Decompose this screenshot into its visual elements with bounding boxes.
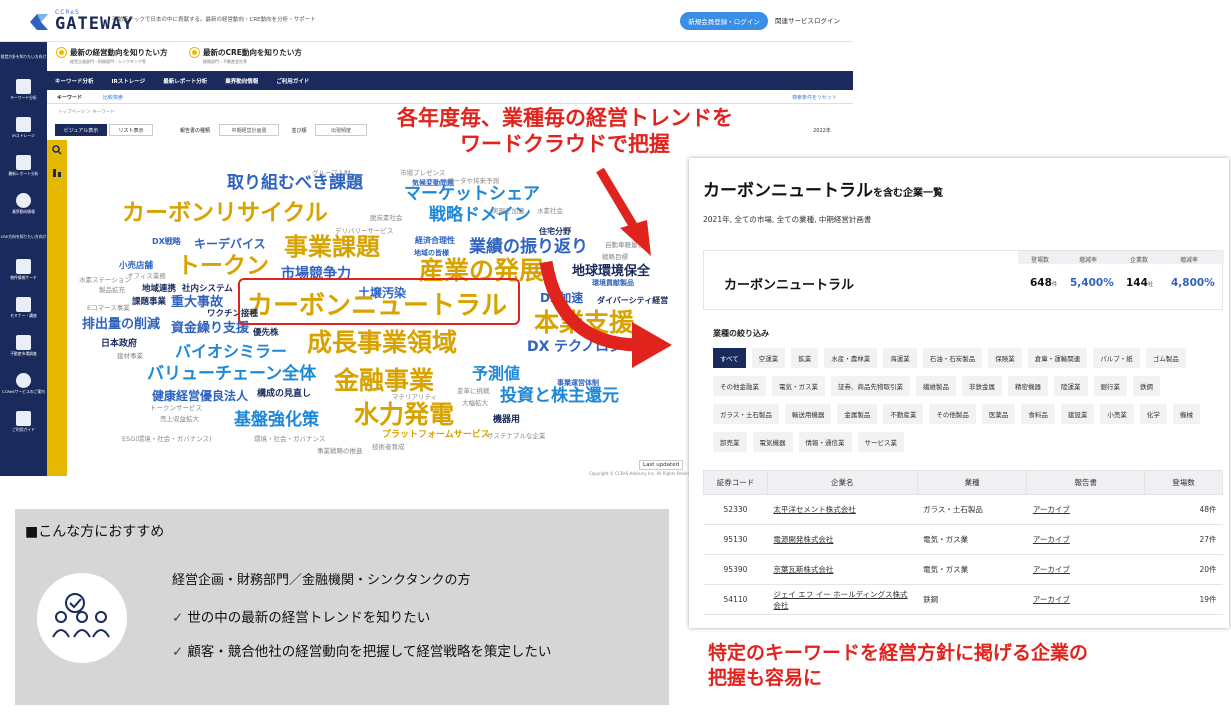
industry-chip[interactable]: 小売業 — [1100, 404, 1134, 424]
industry-chip[interactable]: 電気・ガス業 — [772, 376, 825, 396]
stat-header: 登場数 — [1031, 257, 1050, 264]
industry-chip[interactable]: 非鉄金属 — [962, 376, 1002, 396]
industry-chip[interactable]: 空運業 — [751, 348, 786, 368]
table-row: 95130 電源開発株式会社 電気・ガス業 アーカイブ 27件 — [703, 524, 1223, 555]
cell-name[interactable]: 京葉瓦斯株式会社 — [767, 554, 918, 585]
stat-value: 648件 — [1030, 277, 1057, 289]
stat-header: 増減率 — [1180, 257, 1199, 264]
industry-chip[interactable]: 保険業 — [988, 348, 1022, 368]
keyword-stats: カーボンニュートラル 登場数 増減率 企業数 増減率 648件 5,400% 1… — [703, 250, 1224, 310]
industry-chip[interactable]: ガラス・土石製品 — [713, 404, 779, 424]
check-icon: ✓ — [172, 610, 184, 626]
recommend-item: ✓ 世の中の最新の経営トレンドを知りたい — [172, 609, 652, 627]
industry-chip[interactable]: 医薬品 — [981, 404, 1016, 424]
cell-name[interactable]: 太平洋セメント株式会社 — [767, 494, 918, 525]
industry-chip[interactable]: その他製品 — [929, 404, 976, 424]
industry-chip[interactable]: すべて — [713, 348, 746, 368]
industry-chip[interactable]: 食料品 — [1021, 404, 1055, 424]
column-header[interactable]: 企業名 — [766, 470, 918, 495]
industry-filter-chips: すべて 空運業 鉱業 水産・農林業 海運業 石油・石炭製品 保険業 倉庫・運輸関連 パルプ・紙ゴ… — [713, 348, 1213, 452]
stat-value: 4,800% — [1171, 277, 1215, 289]
industry-chip[interactable]: 卸売業 — [713, 432, 747, 452]
check-icon: ✓ — [172, 644, 184, 660]
panel-title-suffix: を含む企業一覧 — [873, 188, 943, 199]
recommend-heading: ■こんな方におすすめ — [25, 524, 165, 540]
industry-chip[interactable]: 銀行業 — [1093, 376, 1127, 396]
stat-keyword: カーボンニュートラル — [724, 278, 855, 293]
industry-chip[interactable]: 鉄鋼 — [1133, 376, 1160, 396]
industry-chip[interactable]: 不動産業 — [883, 404, 924, 424]
company-table: 証券コード 企業名 業種 報告書 登場数 52330 太平洋セメント株式会社 ガラス… — [703, 470, 1223, 615]
cell-report[interactable]: アーカイブ — [1026, 494, 1145, 525]
team-check-icon — [37, 573, 127, 663]
cell-industry: ガラス・土石製品 — [917, 494, 1027, 525]
stat-number: 144 — [1126, 277, 1148, 289]
cell-name[interactable]: 電源開発株式会社 — [767, 524, 918, 555]
cell-count: 27件 — [1144, 524, 1223, 555]
stat-number: 648 — [1030, 277, 1052, 289]
recommend-target: 経営企画・財務部門／金融機関・シンクタンクの方 — [172, 573, 471, 588]
industry-chip[interactable]: 輸送用機器 — [784, 404, 832, 424]
cell-industry: 電気・ガス業 — [917, 554, 1027, 585]
callout-line: 特定のキーワードを経営方針に掲げる企業の — [708, 642, 1089, 664]
cell-code: 52330 — [703, 494, 768, 525]
cell-count: 48件 — [1144, 494, 1223, 525]
industry-chip[interactable]: 証券、商品先物取引業 — [831, 376, 910, 396]
industry-chip[interactable]: パルプ・紙 — [1093, 348, 1140, 368]
stat-unit: 件 — [1051, 282, 1058, 288]
industry-chip[interactable]: ゴム製品 — [1145, 348, 1186, 368]
table-row: 95390 京葉瓦斯株式会社 電気・ガス業 アーカイブ 20件 — [703, 554, 1223, 585]
cell-code: 95390 — [703, 554, 768, 585]
panel-title-keyword: カーボンニュートラル — [703, 181, 873, 201]
stat-value: 144社 — [1126, 277, 1153, 289]
industry-chip[interactable]: 建設業 — [1060, 404, 1095, 424]
industry-chip[interactable]: 精密機器 — [1008, 376, 1048, 396]
cell-report[interactable]: アーカイブ — [1026, 584, 1145, 615]
recommend-item-text: 顧客・競合他社の経営動向を把握して経営戦略を策定したい — [187, 644, 552, 660]
industry-chip[interactable]: 機械 — [1172, 404, 1200, 424]
industry-chip[interactable]: 陸運業 — [1054, 376, 1088, 396]
industry-chip[interactable]: 電気機器 — [752, 432, 793, 452]
industry-chip[interactable]: 石油・石炭製品 — [922, 348, 983, 368]
table-row: 52330 太平洋セメント株式会社 ガラス・土石製品 アーカイブ 48件 — [703, 494, 1223, 525]
industry-chip[interactable]: 金属製品 — [837, 404, 878, 424]
stat-value: 5,400% — [1070, 277, 1114, 289]
column-header[interactable]: 報告書 — [1026, 470, 1146, 495]
cell-report[interactable]: アーカイブ — [1026, 524, 1145, 555]
company-list-panel: カーボンニュートラルを含む企業一覧 2021年, 全ての市場, 全ての業種, 中… — [689, 158, 1229, 628]
panel-title: カーボンニュートラルを含む企業一覧 — [703, 176, 943, 201]
industry-chip[interactable]: その他金融業 — [713, 376, 766, 396]
column-header[interactable]: 登場数 — [1144, 470, 1223, 495]
stat-header: 増減率 — [1079, 257, 1098, 264]
table-row: 54110 ジェイ エフ イー ホールディングス株式会社 鉄鋼 アーカイブ 19件 — [703, 584, 1223, 615]
industry-chip[interactable]: 情報・通信業 — [798, 432, 852, 452]
cell-industry: 鉄鋼 — [917, 584, 1027, 615]
recommend-item: ✓ 顧客・競合他社の経営動向を把握して経営戦略を策定したい — [172, 643, 652, 661]
cell-report[interactable]: アーカイブ — [1026, 554, 1145, 585]
recommend-item-text: 世の中の最新の経営トレンドを知りたい — [187, 610, 431, 626]
industry-chip[interactable]: 化学 — [1139, 404, 1167, 424]
industry-chip[interactable]: 水産・農林業 — [824, 348, 878, 368]
callout-line: 把握も容易に — [708, 666, 823, 689]
stat-header: 企業数 — [1130, 257, 1149, 264]
industry-chip[interactable]: 繊維製品 — [916, 376, 956, 396]
industry-chip[interactable]: 海運業 — [883, 348, 917, 368]
industry-chip[interactable]: 鉱業 — [791, 348, 819, 368]
cell-count: 19件 — [1144, 584, 1223, 615]
industry-chip[interactable]: 倉庫・運輸関連 — [1027, 348, 1088, 368]
cell-code: 54110 — [703, 584, 768, 615]
cell-count: 20件 — [1144, 554, 1223, 585]
panel-subtitle: 2021年, 全ての市場, 全ての業種, 中期経営計画書 — [703, 215, 872, 224]
callout-company-list: 特定のキーワードを経営方針に掲げる企業の 把握も容易に — [708, 641, 1088, 690]
column-header[interactable]: 証券コード — [703, 470, 768, 495]
industry-filter-title: 業種の絞り込み — [713, 329, 769, 338]
cell-industry: 電気・ガス業 — [917, 524, 1027, 555]
cell-code: 95130 — [703, 524, 768, 555]
recommend-box: ■こんな方におすすめ 経営企画・財務部門／金融機関・シンクタンクの方 ✓ 世の中の… — [15, 509, 669, 705]
column-header[interactable]: 業種 — [916, 470, 1028, 495]
cell-name[interactable]: ジェイ エフ イー ホールディングス株式会社 — [767, 584, 918, 615]
industry-chip[interactable]: サービス業 — [857, 432, 904, 452]
stat-unit: 社 — [1147, 282, 1154, 288]
